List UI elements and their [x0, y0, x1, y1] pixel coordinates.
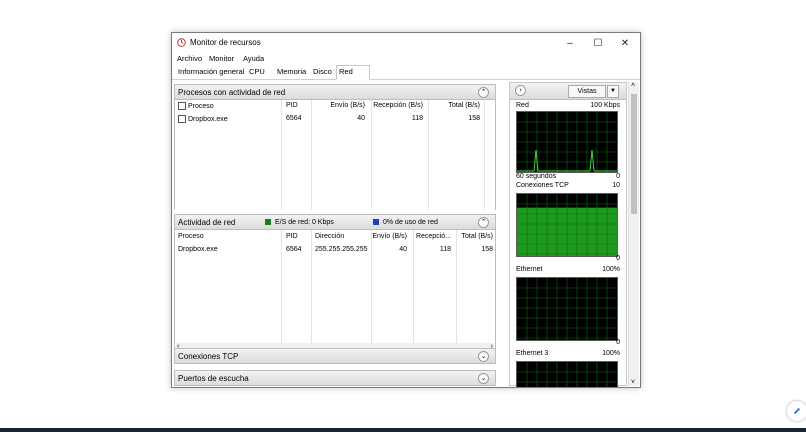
tab-cpu[interactable]: CPU	[247, 66, 267, 78]
tab-informacion-general[interactable]: Información general	[176, 66, 246, 78]
section-header-puertos[interactable]: Puertos de escucha ⌄	[174, 370, 496, 386]
pid-cell: 6564	[286, 115, 302, 122]
edit-button[interactable]	[787, 401, 806, 421]
tab-strip: Información general CPU Memoria Disco Re…	[172, 65, 640, 80]
receive-cell: 118	[411, 115, 423, 122]
procesos-table: Proceso PID Envío (B/s) Recepción (B/s) …	[174, 100, 496, 210]
minimize-button[interactable]: –	[557, 35, 583, 51]
send-cell: 40	[399, 246, 407, 253]
io-legend-text: E/S de red: 0 Kbps	[275, 219, 334, 226]
tab-memoria[interactable]: Memoria	[275, 66, 308, 78]
column-header-proceso[interactable]: Proceso	[178, 233, 204, 240]
section-title-actividad: Actividad de red	[178, 218, 236, 227]
actividad-table: Proceso PID Dirección Envío (B/s) Recepc…	[174, 230, 496, 353]
graph-title-ethernet3: Ethernet 3	[516, 350, 549, 357]
collapse-actividad-button[interactable]: ⌃	[478, 217, 489, 228]
column-header-pid[interactable]: PID	[286, 102, 298, 109]
graph-time-red: 60 segundos	[516, 173, 557, 180]
graphs-toolbar: › Vistas ▼	[510, 83, 626, 100]
menu-bar: Archivo Monitor Ayuda	[172, 53, 640, 65]
section-header-actividad[interactable]: Actividad de red E/S de red: 0 Kbps 0% d…	[174, 214, 496, 230]
network-graph	[516, 111, 618, 173]
graph-title-red: Red	[516, 102, 529, 109]
usage-legend-swatch	[373, 219, 379, 225]
tab-red[interactable]: Red	[336, 65, 370, 80]
menu-monitor[interactable]: Monitor	[209, 54, 234, 63]
column-header-direccion[interactable]: Dirección	[315, 233, 344, 240]
window-title: Monitor de recursos	[190, 38, 261, 47]
scroll-up-arrow[interactable]: ˄	[631, 82, 635, 89]
graphs-pane: › Vistas ▼ Red 100 Kbps 60 segundos 0 Co…	[509, 82, 627, 387]
column-header-envio[interactable]: Envío (B/s)	[372, 233, 407, 240]
receive-cell: 118	[439, 246, 451, 253]
section-title-procesos: Procesos con actividad de red	[178, 88, 286, 97]
graph-min-ethernet: 0	[616, 339, 620, 346]
left-pane: Procesos con actividad de red ⌃ Proceso …	[174, 82, 496, 386]
views-dropdown-button[interactable]: ▼	[607, 85, 619, 98]
column-header-pid[interactable]: PID	[286, 233, 298, 240]
pid-cell: 6564	[286, 246, 302, 253]
section-title-puertos: Puertos de escucha	[178, 374, 249, 383]
graph-max-ethernet3: 100%	[602, 350, 620, 357]
process-name-cell[interactable]: Dropbox.exe	[178, 115, 228, 123]
ethernet-graph	[516, 277, 618, 341]
select-all-checkbox[interactable]	[178, 102, 186, 110]
column-header-envio[interactable]: Envío (B/s)	[330, 102, 365, 109]
process-name-cell: Dropbox.exe	[178, 246, 218, 253]
graph-max-tcp: 10	[612, 182, 620, 189]
bottom-bar	[0, 428, 806, 432]
column-header-total[interactable]: Total (B/s)	[448, 102, 480, 109]
scroll-thumb[interactable]	[631, 94, 637, 214]
column-header-recepcion[interactable]: Recepción (B/s)	[373, 102, 423, 109]
process-checkbox[interactable]	[178, 115, 186, 123]
menu-archivo[interactable]: Archivo	[177, 54, 202, 63]
expand-puertos-button[interactable]: ⌄	[478, 373, 489, 384]
close-button[interactable]: ✕	[612, 35, 638, 51]
usage-legend-text: 0% de uso de red	[383, 219, 438, 226]
scroll-down-arrow[interactable]: ˅	[631, 379, 635, 386]
column-header-proceso[interactable]: Proceso	[178, 102, 214, 110]
section-header-tcp[interactable]: Conexiones TCP ⌄	[174, 348, 496, 364]
resource-monitor-icon	[177, 38, 186, 47]
column-header-recepcion[interactable]: Recepció...	[416, 233, 451, 240]
tab-disco[interactable]: Disco	[311, 66, 334, 78]
toggle-pane-button[interactable]: ›	[515, 85, 526, 96]
send-cell: 40	[357, 115, 365, 122]
section-header-procesos[interactable]: Procesos con actividad de red ⌃	[174, 84, 496, 100]
maximize-button[interactable]: ☐	[585, 35, 611, 51]
resource-monitor-window: Monitor de recursos – ☐ ✕ Archivo Monito…	[171, 32, 641, 388]
title-bar: Monitor de recursos – ☐ ✕	[172, 33, 640, 53]
graphs-vertical-scrollbar[interactable]: ˄ ˅	[628, 82, 639, 386]
ethernet3-graph	[516, 361, 618, 387]
graph-title-ethernet: Ethernet	[516, 266, 543, 273]
section-title-tcp: Conexiones TCP	[178, 352, 239, 361]
column-header-total[interactable]: Total (B/s)	[461, 233, 493, 240]
collapse-procesos-button[interactable]: ⌃	[478, 87, 489, 98]
graph-title-tcp: Conexiones TCP	[516, 182, 569, 189]
graph-min-tcp: 0	[616, 255, 620, 262]
expand-tcp-button[interactable]: ⌄	[478, 351, 489, 362]
views-button[interactable]: Vistas	[568, 85, 606, 98]
total-cell: 158	[468, 115, 480, 122]
graph-min-red: 0	[616, 173, 620, 180]
address-cell: 255.255.255.255	[315, 246, 368, 253]
pencil-icon	[794, 408, 800, 414]
menu-ayuda[interactable]: Ayuda	[243, 54, 264, 63]
graph-max-red: 100 Kbps	[590, 102, 620, 109]
total-cell: 158	[481, 246, 493, 253]
graph-max-ethernet: 100%	[602, 266, 620, 273]
io-legend-swatch	[265, 219, 271, 225]
tcp-connections-graph	[516, 193, 618, 257]
